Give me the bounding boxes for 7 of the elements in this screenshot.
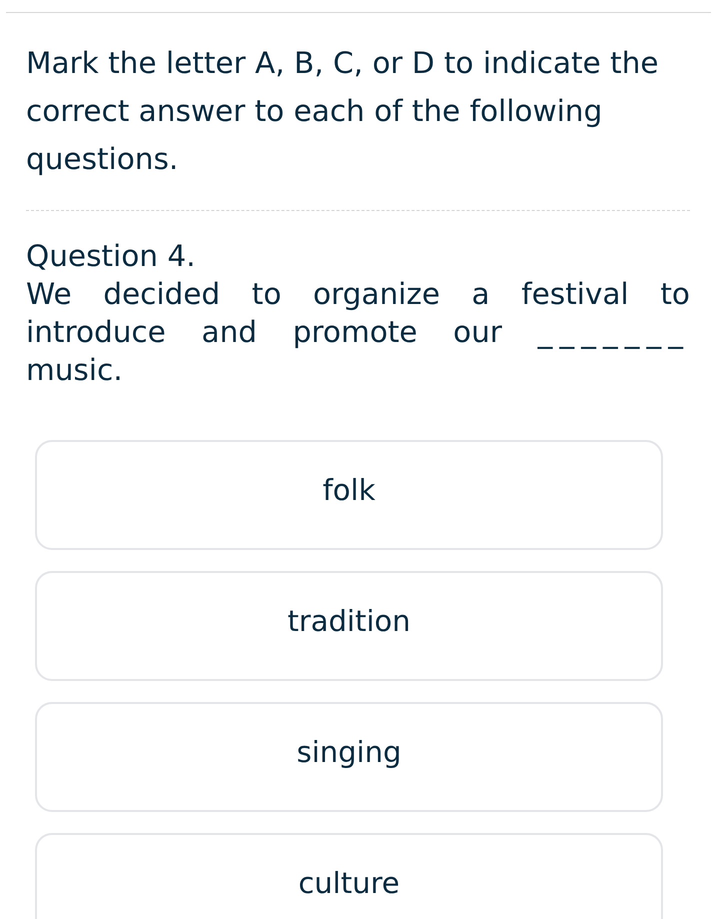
instructions-text: Mark the letter A, B, C, or D to indicate the correct answer to each of the following questions. (26, 45, 660, 178)
question-text: We decided to organize a festival to introduce and promote our _______ music. (26, 276, 690, 389)
question-number: Question 4. (26, 238, 196, 275)
answer-option[interactable]: culture (35, 833, 663, 919)
answer-option[interactable]: tradition (35, 571, 663, 681)
answer-option[interactable]: singing (35, 702, 663, 812)
answer-option[interactable]: folk (35, 440, 663, 550)
